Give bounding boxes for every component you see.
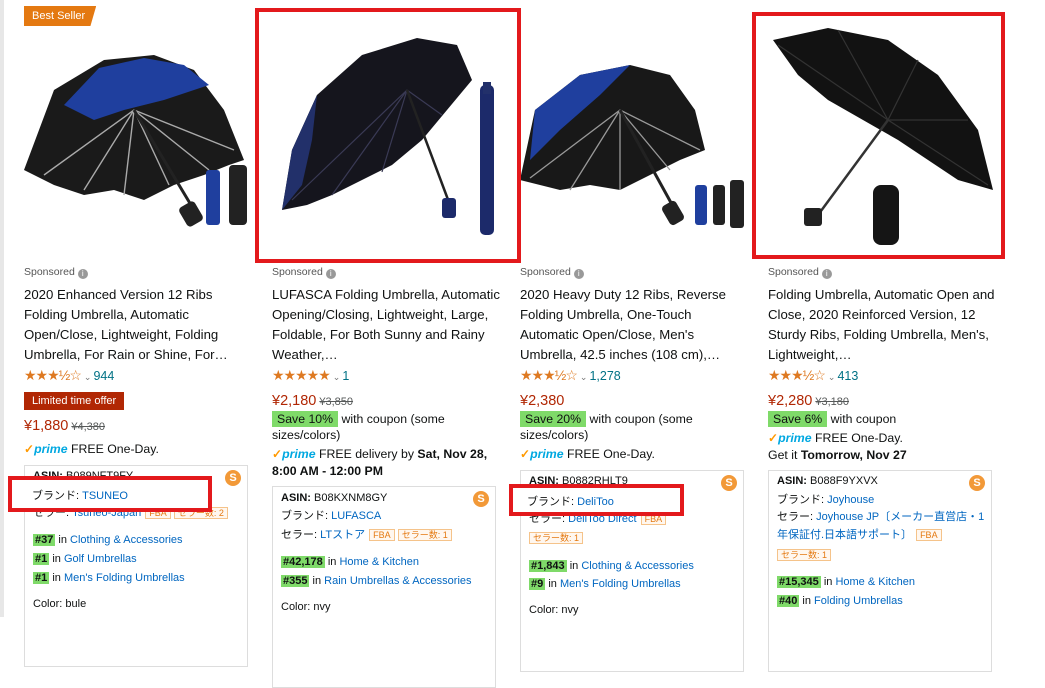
price: ¥2,380 bbox=[520, 393, 565, 409]
brand-link[interactable]: LUFASCA bbox=[331, 510, 381, 522]
save-badge: Save 10% bbox=[272, 411, 339, 427]
info-icon[interactable]: i bbox=[821, 269, 832, 279]
product-title-2[interactable]: LUFASCA Folding Umbrella, Automatic Open… bbox=[272, 285, 500, 365]
asin: B08KXNM8GY bbox=[314, 492, 388, 504]
rating[interactable]: ★★★★★ ⌄ 1 bbox=[272, 367, 349, 383]
info-icon[interactable]: i bbox=[77, 269, 88, 279]
rating-count[interactable]: 413 bbox=[837, 369, 858, 383]
star-rating-icon: ★★★★★ bbox=[272, 367, 331, 383]
old-price: ¥4,380 bbox=[71, 421, 106, 433]
highlight-box-image-2 bbox=[255, 8, 521, 263]
rating-count[interactable]: 1,278 bbox=[589, 369, 620, 383]
category-link[interactable]: Home & Kitchen bbox=[339, 556, 418, 568]
prime-check-icon: ✓ bbox=[520, 447, 531, 461]
product-info-box: S ASIN: B088F9YXVX ブランド: Joyhouse セラー: J… bbox=[768, 470, 992, 672]
sponsored-label: Sponsored i bbox=[272, 266, 336, 279]
category-link[interactable]: Golf Umbrellas bbox=[64, 553, 137, 565]
prime-check-icon: ✓ bbox=[768, 431, 779, 445]
sponsored-label: Sponsored i bbox=[768, 266, 832, 279]
product-title-3[interactable]: 2020 Heavy Duty 12 Ribs, Reverse Folding… bbox=[520, 285, 748, 365]
category-link[interactable]: Clothing & Accessories bbox=[70, 534, 183, 546]
rating-count[interactable]: 944 bbox=[93, 369, 114, 383]
chevron-down-icon[interactable]: ⌄ bbox=[580, 372, 588, 382]
category-link[interactable]: Rain Umbrellas & Accessories bbox=[324, 575, 471, 587]
sponsored-label: Sponsored i bbox=[520, 266, 584, 279]
color-value: bule bbox=[65, 598, 87, 610]
sponsored-label: Sponsored i bbox=[24, 266, 88, 279]
star-rating-icon: ★★★½☆ bbox=[768, 367, 826, 383]
prime-delivery: ✓prime FREE delivery by Sat, Nov 28, 8:0… bbox=[272, 447, 488, 478]
highlight-box-brand-3: ブランド: DeliToo bbox=[509, 484, 684, 516]
prime-delivery: ✓prime FREE One-Day. bbox=[24, 442, 159, 456]
highlight-box-brand-1: ブランド: TSUNEO bbox=[8, 476, 212, 512]
product-card-1: Best Seller Sponsored i 2020 Enhanced Ver… bbox=[24, 0, 264, 667]
rating[interactable]: ★★★½☆ ⌄ 413 bbox=[768, 367, 858, 383]
seller-s-icon[interactable]: S bbox=[225, 470, 241, 486]
old-price: ¥3,850 bbox=[319, 396, 354, 408]
color-value: nvy bbox=[313, 601, 331, 613]
best-seller-badge: Best Seller bbox=[24, 6, 97, 26]
category-link[interactable]: Folding Umbrellas bbox=[814, 595, 903, 607]
seller-s-icon[interactable]: S bbox=[473, 491, 489, 507]
limited-deal-badge: Limited time offer bbox=[24, 392, 125, 410]
color-value: nvy bbox=[561, 604, 579, 616]
chevron-down-icon[interactable]: ⌄ bbox=[828, 372, 836, 382]
info-icon[interactable]: i bbox=[325, 269, 336, 279]
category-link[interactable]: Men's Folding Umbrellas bbox=[64, 572, 185, 584]
rating-count[interactable]: 1 bbox=[342, 369, 349, 383]
save-badge: Save 20% bbox=[520, 411, 587, 427]
seller-link[interactable]: Joyhouse JP〔メーカー直営店・1 bbox=[816, 511, 984, 523]
coupon[interactable]: Save 6% with coupon bbox=[768, 411, 998, 427]
rating[interactable]: ★★★½☆ ⌄ 944 bbox=[24, 367, 114, 383]
left-border bbox=[0, 0, 4, 617]
asin: B088F9YXVX bbox=[810, 475, 878, 487]
highlight-box-image-4 bbox=[752, 12, 1005, 259]
price: ¥2,280 ¥3,180 bbox=[768, 393, 850, 409]
save-badge: Save 6% bbox=[768, 411, 828, 427]
chevron-down-icon[interactable]: ⌄ bbox=[333, 372, 341, 382]
prime-check-icon: ✓ bbox=[272, 447, 283, 461]
prime-check-icon: ✓ bbox=[24, 442, 35, 456]
product-title-1[interactable]: 2020 Enhanced Version 12 Ribs Folding Um… bbox=[24, 285, 252, 365]
product-card-3: Sponsored i 2020 Heavy Duty 12 Ribs, Reve… bbox=[520, 0, 760, 672]
rating[interactable]: ★★★½☆ ⌄ 1,278 bbox=[520, 367, 621, 383]
product-title-4[interactable]: Folding Umbrella, Automatic Open and Clo… bbox=[768, 285, 996, 365]
chevron-down-icon[interactable]: ⌄ bbox=[84, 372, 92, 382]
seller-s-icon[interactable]: S bbox=[969, 475, 985, 491]
old-price: ¥3,180 bbox=[815, 396, 850, 408]
category-link[interactable]: Clothing & Accessories bbox=[581, 560, 694, 572]
star-rating-icon: ★★★½☆ bbox=[520, 367, 578, 383]
brand-link[interactable]: Joyhouse bbox=[827, 494, 874, 506]
product-image-3[interactable] bbox=[520, 0, 756, 258]
product-info-box: S ASIN: B08KXNM8GY ブランド: LUFASCA セラー: LT… bbox=[272, 486, 496, 688]
info-icon[interactable]: i bbox=[573, 269, 584, 279]
coupon[interactable]: Save 10% with coupon (some sizes/colors) bbox=[272, 411, 502, 443]
category-link[interactable]: Men's Folding Umbrellas bbox=[560, 578, 681, 590]
seller-link[interactable]: LTストア bbox=[320, 529, 365, 541]
category-link[interactable]: Home & Kitchen bbox=[835, 576, 914, 588]
price: ¥1,880 ¥4,380 bbox=[24, 418, 106, 434]
star-rating-icon: ★★★½☆ bbox=[24, 367, 82, 383]
prime-delivery: ✓prime FREE One-Day. Get it Tomorrow, Nov… bbox=[768, 431, 907, 462]
coupon[interactable]: Save 20% with coupon (some sizes/colors) bbox=[520, 411, 750, 443]
prime-delivery: ✓prime FREE One-Day. bbox=[520, 447, 655, 461]
product-image-1[interactable] bbox=[24, 0, 260, 258]
seller-s-icon[interactable]: S bbox=[721, 475, 737, 491]
price: ¥2,180 ¥3,850 bbox=[272, 393, 354, 409]
